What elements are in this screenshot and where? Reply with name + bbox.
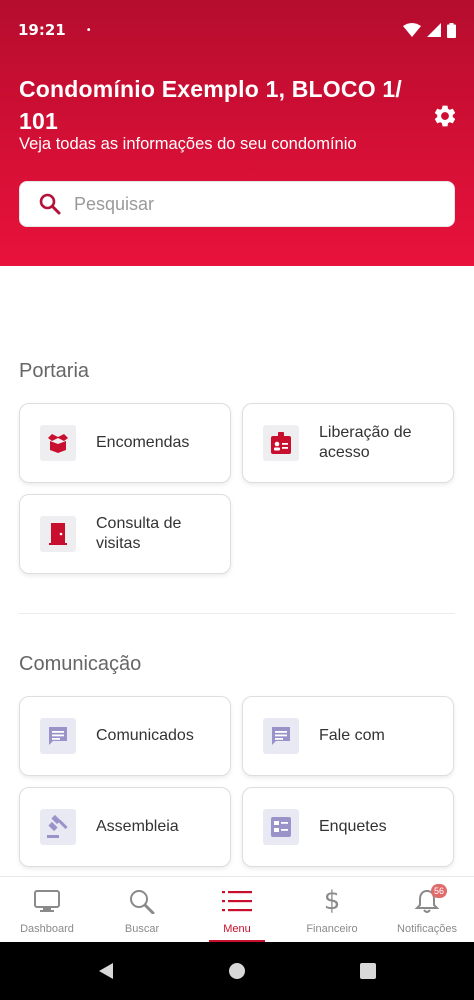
battery-icon [447,22,456,38]
signal-icon [427,23,441,37]
page-subtitle: Veja todas as informações do seu condomí… [19,135,357,153]
gavel-icon [40,809,76,845]
search-icon [39,193,61,215]
nav-financeiro[interactable]: $ Financeiro [285,877,379,943]
bottom-nav: Dashboard Buscar Menu $ Financeiro 56 No… [0,876,474,943]
card-label: Assembleia [96,818,179,835]
page-title: Condomínio Exemplo 1, BLOCO 1/ 101 [19,76,402,134]
status-bar: 19:21 • [0,0,474,60]
nav-label: Financeiro [306,923,358,935]
back-icon[interactable] [97,962,115,980]
list-icon [222,887,252,915]
status-notification-dot: • [85,24,92,36]
bell-icon: 56 [414,884,447,915]
nav-menu[interactable]: Menu [190,877,284,943]
card-assembleia[interactable]: Assembleia [19,787,231,867]
card-label: Liberação de acesso [319,424,412,461]
card-label: Fale com [319,727,385,744]
card-liberacao-acesso[interactable]: Liberação de acesso [242,403,454,483]
dollar-icon: $ [323,886,341,916]
recents-icon[interactable] [359,962,377,980]
nav-buscar[interactable]: Buscar [95,877,189,943]
wifi-icon [403,23,421,37]
search-bar[interactable] [19,181,455,227]
card-label: Enquetes [319,818,387,835]
system-nav-bar [0,942,474,1000]
search-icon [128,887,156,915]
section-divider [19,613,455,614]
header: 19:21 • Condomínio Exemplo 1, BLOCO 1/ 1… [0,0,474,266]
card-encomendas[interactable]: Encomendas [19,403,231,483]
card-label: Comunicados [96,727,194,744]
nav-label: Notificações [397,923,457,935]
nav-label: Buscar [124,923,160,935]
card-label: Encomendas [96,434,190,451]
message-icon [40,718,76,754]
message-icon [263,718,299,754]
nav-notificacoes[interactable]: 56 Notificações [380,877,474,943]
nav-label: Menu [223,923,251,935]
card-fale-com[interactable]: Fale com [242,696,454,776]
status-time: 19:21 [18,21,66,39]
section-title-comunicacao: Comunicação [19,653,142,675]
monitor-icon [33,887,61,915]
search-input[interactable] [74,193,414,215]
status-icons [403,22,456,38]
gear-icon[interactable] [432,103,458,129]
nav-label: Dashboard [20,923,74,935]
card-consulta-visitas[interactable]: Consulta de visitas [19,494,231,574]
card-comunicados[interactable]: Comunicados [19,696,231,776]
id-badge-icon [263,425,299,461]
notification-badge: 56 [431,884,447,898]
card-enquetes[interactable]: Enquetes [242,787,454,867]
poll-icon [263,809,299,845]
nav-dashboard[interactable]: Dashboard [0,877,94,943]
section-title-portaria: Portaria [19,360,90,382]
card-label: Consulta de visitas [96,515,182,552]
door-icon [40,516,76,552]
home-icon[interactable] [228,962,246,980]
package-icon [40,425,76,461]
